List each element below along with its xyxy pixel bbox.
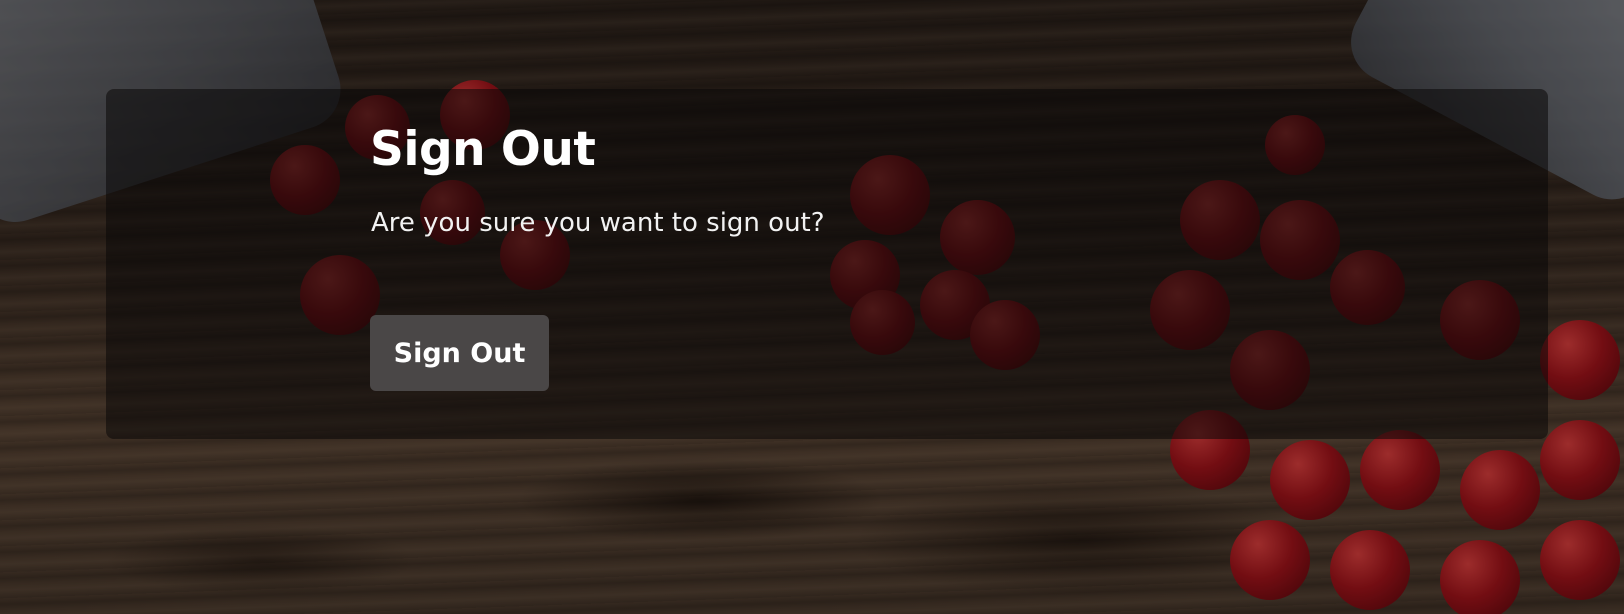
sign-out-message: Are you sure you want to sign out?	[371, 208, 825, 238]
sign-out-card	[106, 89, 1548, 439]
sign-out-button[interactable]: Sign Out	[370, 315, 549, 391]
page-background: Sign Out Are you sure you want to sign o…	[0, 0, 1624, 614]
page-title: Sign Out	[370, 122, 596, 177]
